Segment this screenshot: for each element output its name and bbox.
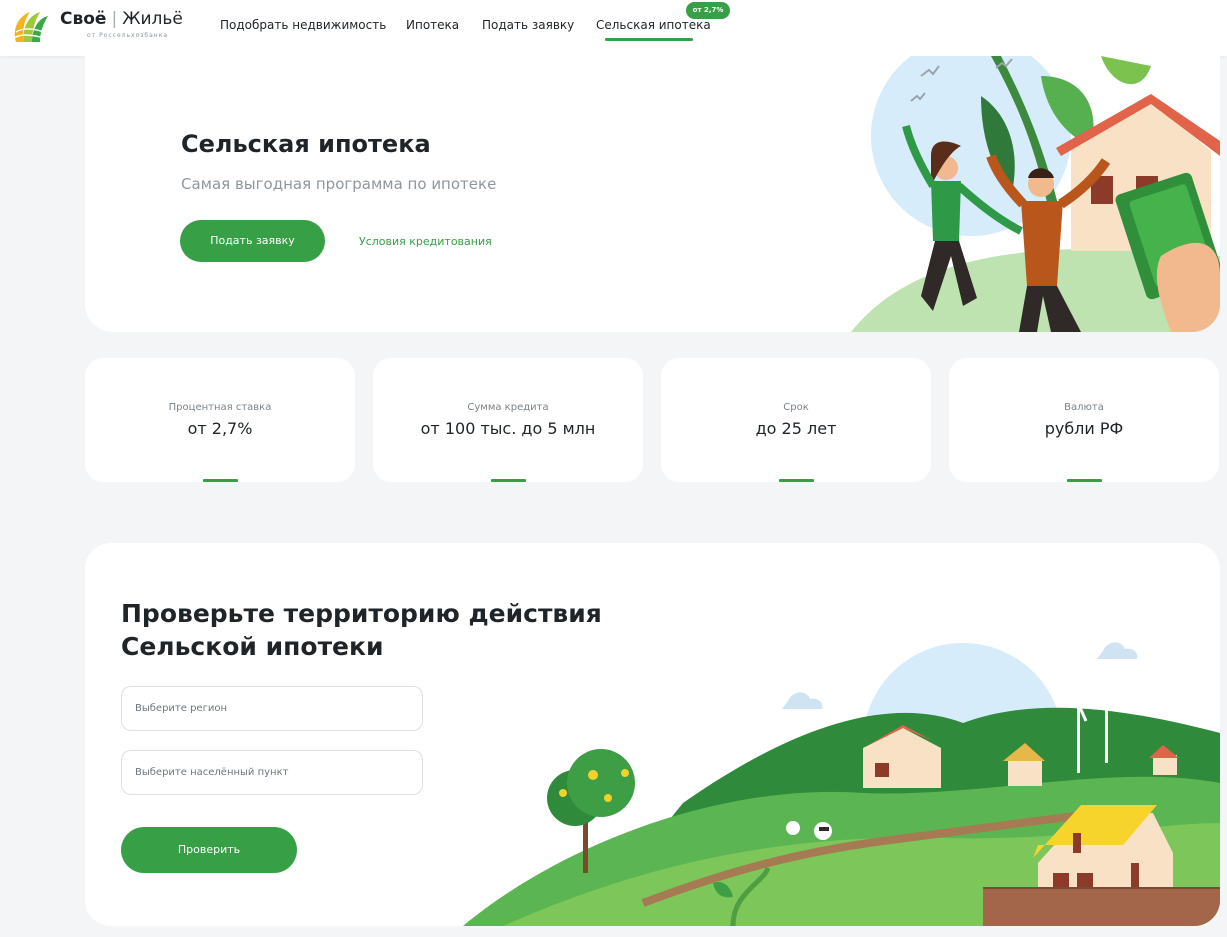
hero-card: Сельская ипотека Самая выгодная программ… [85,56,1220,332]
brand-tagline: от Россельхозбанка [87,32,169,39]
brand-logo[interactable]: Своё | Жильё от Россельхозбанка [10,4,210,50]
stat-accent-bar [203,479,238,482]
village-illustration [463,642,1220,926]
stat-value: от 100 тыс. до 5 млн [420,419,596,438]
stat-card-rate: Процентная ставка от 2,7% [85,358,355,482]
nav-active-indicator [605,38,693,41]
hero-title: Сельская ипотека [181,130,431,158]
stat-card-amount: Сумма кредита от 100 тыс. до 5 млн [373,358,643,482]
stat-value: до 25 лет [755,419,837,438]
stat-value: рубли РФ [1044,419,1124,438]
stat-accent-bar [779,479,814,482]
hero-illustration [851,56,1220,332]
stat-label: Срок [783,402,809,413]
stat-value: от 2,7% [187,419,253,438]
top-navigation-bar: Своё | Жильё от Россельхозбанка Подобрать … [0,0,1227,56]
stat-label: Сумма кредита [467,402,549,413]
stat-card-currency: Валюта рубли РФ [949,358,1219,482]
check-button[interactable]: Проверить [121,827,297,873]
hero-subtitle: Самая выгодная программа по ипотеке [181,175,497,193]
brand-name: Своё | Жильё [60,9,183,29]
nav-item-find-property[interactable]: Подобрать недвижимость [220,18,386,32]
nav-item-apply[interactable]: Подать заявку [482,18,574,32]
nav-item-mortgage[interactable]: Ипотека [406,18,459,32]
nav-item-rural-mortgage[interactable]: Сельская ипотека [596,18,711,32]
stat-accent-bar [491,479,526,482]
stat-accent-bar [1067,479,1102,482]
apply-button[interactable]: Подать заявку [180,220,325,262]
settlement-select[interactable] [121,750,423,795]
stat-label: Процентная ставка [168,402,272,413]
territory-check-card: Проверьте территорию действия Сельской и… [85,543,1220,926]
logo-mark-icon [13,12,48,42]
stat-label: Валюта [1064,402,1104,413]
credit-conditions-link[interactable]: Условия кредитования [359,235,492,248]
stat-card-term: Срок до 25 лет [661,358,931,482]
rate-badge: от 2,7% [686,2,730,19]
region-select[interactable] [121,686,423,731]
